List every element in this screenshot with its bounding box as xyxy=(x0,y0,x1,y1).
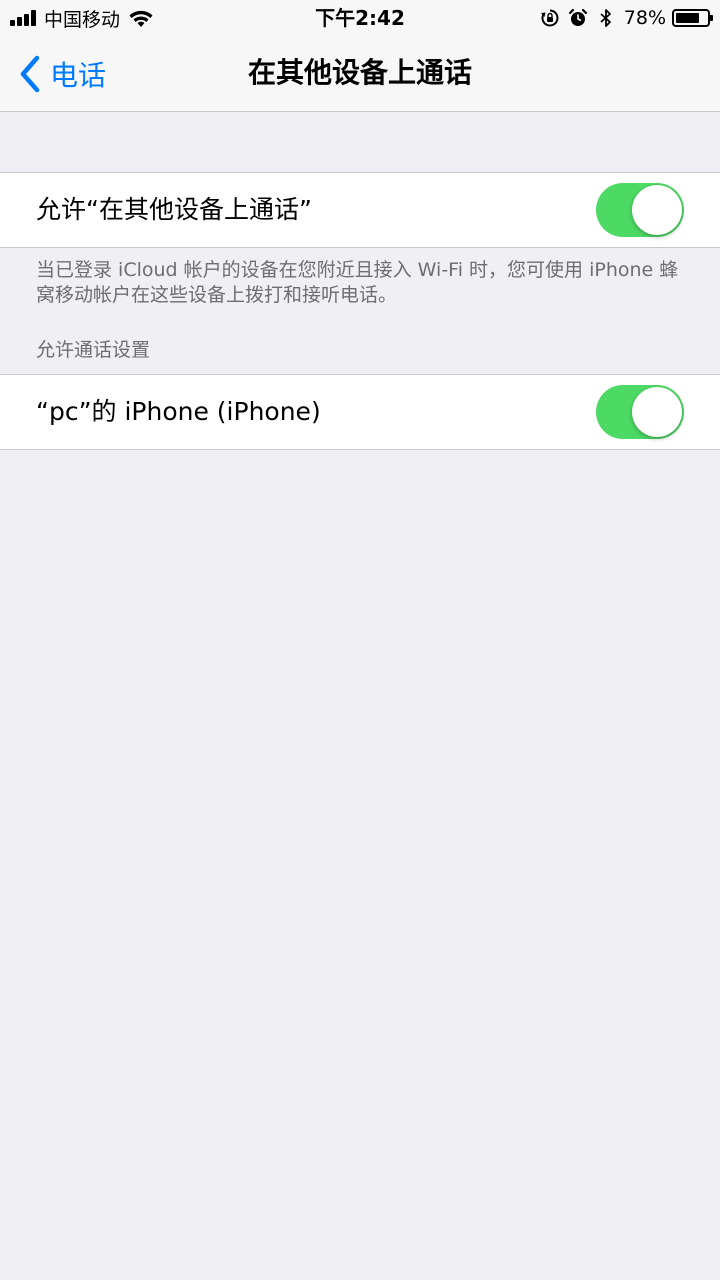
page-title: 在其他设备上通话 xyxy=(247,56,472,89)
alarm-icon xyxy=(568,8,587,26)
battery-percent: 78% xyxy=(623,7,666,29)
navigation-bar: 电话 在其他设备上通话 xyxy=(0,36,720,112)
allow-calls-cell: 允许“在其他设备上通话” xyxy=(0,172,720,248)
allow-calls-description: 当已登录 iCloud 帐户的设备在您附近且接入 Wi-Fi 时，您可使用 iP… xyxy=(36,259,679,306)
status-bar: 中国移动 下午2:42 78% xyxy=(0,0,720,36)
device-label: “pc”的 iPhone (iPhone) xyxy=(36,397,321,426)
allow-calls-label: 允许“在其他设备上通话” xyxy=(36,195,312,224)
device-cell: “pc”的 iPhone (iPhone) xyxy=(0,374,720,450)
device-toggle[interactable] xyxy=(596,385,684,439)
battery-icon xyxy=(672,9,713,27)
toggle-knob xyxy=(632,387,682,437)
status-bar-right: 78% xyxy=(532,5,713,31)
allow-calls-toggle[interactable] xyxy=(596,183,684,237)
section-header: 允许通话设置 xyxy=(36,339,151,361)
battery-fill xyxy=(676,13,700,23)
toggle-knob xyxy=(632,185,682,235)
orientation-lock-icon xyxy=(540,9,559,27)
bluetooth-icon xyxy=(600,9,611,27)
